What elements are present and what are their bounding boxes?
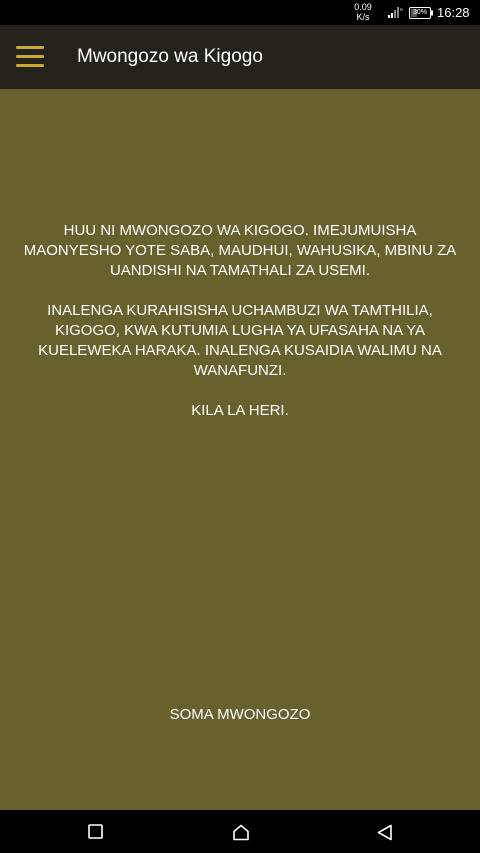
svg-text:R: R <box>400 7 403 12</box>
intro-paragraph-2: INALENGA KURAHISISHA UCHAMBUZI WA TAMTHI… <box>38 302 442 379</box>
network-speed-value: 0.09 <box>354 2 372 12</box>
back-button[interactable] <box>364 818 404 846</box>
main-content: HUU NI MWONGOZO WA KIGOGO. IMEJUMUISHA M… <box>0 89 480 810</box>
intro-text: HUU NI MWONGOZO WA KIGOGO. IMEJUMUISHA M… <box>20 221 460 441</box>
screen: 0.09 K/s R 30% 16:28 Mwongozo wa Kigogo <box>0 0 480 853</box>
app-bar: Mwongozo wa Kigogo <box>0 25 480 89</box>
recents-button[interactable] <box>76 818 116 846</box>
navigation-bar <box>0 810 480 853</box>
app-title: Mwongozo wa Kigogo <box>77 46 263 67</box>
intro-paragraph-1: HUU NI MWONGOZO WA KIGOGO. IMEJUMUISHA M… <box>23 222 457 279</box>
home-icon <box>233 824 249 841</box>
menu-icon <box>16 46 44 68</box>
clock: 16:28 <box>437 5 470 20</box>
back-icon <box>377 824 392 841</box>
network-speed: 0.09 K/s <box>349 2 377 22</box>
read-guide-button[interactable]: SOMA MWONGOZO <box>130 696 350 734</box>
signal-icon: R <box>388 7 403 18</box>
status-bar: 0.09 K/s R 30% 16:28 <box>0 0 480 25</box>
battery-percent: 30% <box>412 9 427 16</box>
network-speed-unit: K/s <box>356 12 370 22</box>
home-button[interactable] <box>220 818 260 846</box>
recents-icon <box>88 824 103 839</box>
intro-paragraph-3: KILA LA HERI. <box>191 402 289 419</box>
menu-button[interactable] <box>6 37 54 77</box>
